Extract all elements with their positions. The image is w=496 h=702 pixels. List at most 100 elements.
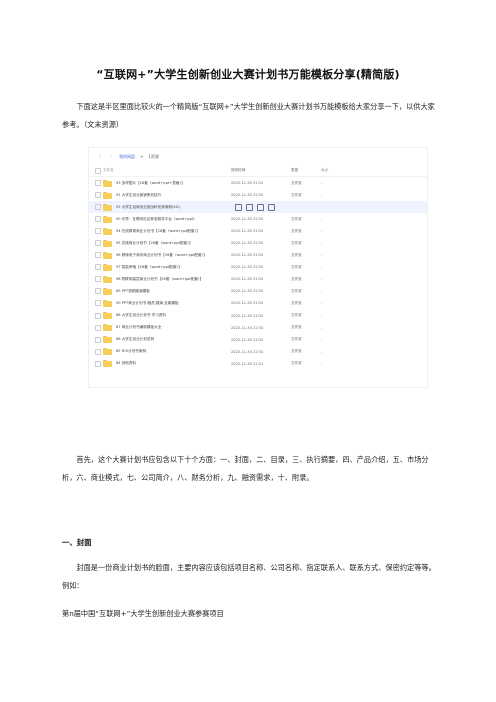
- row-checkbox[interactable]: [93, 180, 103, 187]
- row-checkbox[interactable]: [93, 216, 103, 223]
- column-type[interactable]: 类型: [291, 168, 321, 173]
- folder-icon: [103, 227, 112, 235]
- folder-icon: [103, 239, 112, 247]
- file-name: 87 商业计划书编制模板大全: [116, 325, 162, 330]
- row-checkbox[interactable]: [93, 228, 103, 235]
- file-row[interactable]: 86 大学生创业计划范例 2022-11-30 22:32 文件夹 -: [89, 334, 427, 346]
- file-name-cell[interactable]: 94 在线教育商业计划书【26套（word+ppt配套）】: [103, 227, 231, 235]
- file-row[interactable]: 96 跨境电子商务商业计划书【26套（word+ppt配套）】 2022-11-3…: [89, 249, 427, 261]
- file-row[interactable]: 94 在线教育商业计划书【26套（word+ppt配套）】 2022-11-30 …: [89, 225, 427, 237]
- file-name-cell[interactable]: 91 大学生创业营销策划技巧: [103, 191, 231, 199]
- row-checkbox[interactable]: [93, 324, 103, 331]
- folder-icon: [103, 312, 112, 320]
- row-checkbox[interactable]: [93, 252, 103, 259]
- file-name: 89 PPT视频路演模板: [116, 288, 150, 293]
- file-name-cell[interactable]: 88 大学生创业计划书 学习资料: [103, 312, 231, 320]
- row-checkbox[interactable]: [93, 192, 103, 199]
- file-date: 2022-11-30 22:32: [231, 301, 264, 306]
- row-checkbox[interactable]: [93, 312, 103, 319]
- folder-icon: [103, 299, 112, 307]
- breadcrumb-root[interactable]: 我的网盘: [119, 154, 135, 160]
- forward-arrow-icon[interactable]: ›: [108, 154, 114, 160]
- file-type: 文件夹: [291, 216, 302, 221]
- file-date: 2022-11-30 22:32: [231, 265, 264, 270]
- file-date: 2022-11-30 22:31: [231, 361, 264, 366]
- back-arrow-icon[interactable]: ‹: [97, 154, 103, 160]
- body-paragraph-4: 第n届中国“互联网+”大学生创新创业大赛参赛项目: [62, 609, 224, 618]
- file-type: 文件夹: [291, 313, 302, 318]
- file-row[interactable]: 84 其他资料 2022-11-30 22:31 文件夹 -: [89, 358, 427, 370]
- file-name-cell[interactable]: 93 多样图片【26套（word+ppt+表格）】: [103, 179, 231, 187]
- file-size: -: [321, 229, 323, 234]
- file-row[interactable]: 91 大学生创业营销策划技巧 2022-11-30 22:32 文件夹 -: [89, 189, 427, 201]
- file-name-cell[interactable]: 84 其他资料: [103, 360, 231, 368]
- file-name: 98 物联网高层商业计划书【26套（word+ppt配套）】: [116, 276, 204, 281]
- file-name-cell[interactable]: 89 PPT视频路演模板: [103, 287, 231, 295]
- file-name: 84 其他资料: [116, 361, 137, 366]
- file-row[interactable]: 92 大学生创新创业挑战杯优秀案例(4G): [89, 201, 427, 214]
- row-actions-cell: [231, 203, 361, 211]
- folder-icon: [103, 324, 112, 332]
- file-date: 2022-11-30 22:32: [231, 193, 264, 198]
- file-row[interactable]: 98 物联网高层商业计划书【26套（word+ppt配套）】 2022-11-30…: [89, 273, 427, 285]
- file-date: 2022-11-30 22:32: [231, 313, 264, 318]
- row-checkbox[interactable]: [93, 336, 103, 343]
- column-size[interactable]: 大小: [321, 168, 361, 173]
- row-checkbox[interactable]: [93, 288, 103, 295]
- row-checkbox[interactable]: [93, 204, 103, 211]
- file-date: 2022-11-30 22:32: [231, 241, 264, 246]
- file-row[interactable]: 90 PPT商业计划书-融资,路演,全套模板 2022-11-30 22:32 文件…: [89, 297, 427, 309]
- intro-paragraph: 下面这是半区里面比较火的一个精简版“互联网+”大学生创新创业大赛计划书万能模板给…: [62, 102, 435, 129]
- file-name: 94 在线教育商业计划书【26套（word+ppt配套）】: [116, 228, 200, 233]
- file-name: 91 大学生创业营销策划技巧: [116, 192, 162, 197]
- file-row[interactable]: 88 大学生创业计划书 学习资料 2022-11-30 22:32 文件夹 -: [89, 310, 427, 322]
- file-size: -: [321, 361, 323, 366]
- file-date: 2022-11-30 22:32: [231, 229, 264, 234]
- file-name-cell[interactable]: 86 大学生创业计划范例: [103, 336, 231, 344]
- file-date: 2022-11-30 22:31: [231, 349, 264, 354]
- file-date: 2022-11-30 22:32: [231, 217, 264, 222]
- row-checkbox[interactable]: [93, 348, 103, 355]
- file-type: 文件夹: [291, 240, 302, 245]
- row-checkbox[interactable]: [93, 360, 103, 367]
- file-size: -: [321, 241, 323, 246]
- file-row[interactable]: 87 商业计划书编制模板大全 2022-11-30 22:32 文件夹 -: [89, 322, 427, 334]
- file-row[interactable]: 93 多样图片【26套（word+ppt+表格）】 2022-11-30 22:3…: [89, 177, 427, 189]
- file-name-cell[interactable]: 90 PPT商业计划书-融资,路演,全套模板: [103, 299, 231, 307]
- column-date[interactable]: 修改时间: [231, 168, 291, 173]
- file-name: 85 ROI计划书案例: [116, 349, 147, 354]
- section-heading-cover: 一、封面: [62, 538, 92, 547]
- more-icon[interactable]: [268, 203, 275, 211]
- row-checkbox[interactable]: [93, 264, 103, 271]
- file-name-cell[interactable]: 97 智能养殖【26套（word+ppt配套）】: [103, 263, 231, 271]
- file-row[interactable]: 97 智能养殖【26套（word+ppt配套）】 2022-11-30 22:32…: [89, 261, 427, 273]
- row-checkbox[interactable]: [93, 276, 103, 283]
- delete-icon[interactable]: [257, 203, 264, 211]
- file-name-cell[interactable]: 96 跨境电子商务商业计划书【26套（word+ppt配套）】: [103, 251, 231, 259]
- file-row[interactable]: 89 PPT视频路演模板 2022-11-30 22:32 文件夹 -: [89, 285, 427, 297]
- file-name-cell[interactable]: 95 花境商业计划书【26套（word+ppt配套）】: [103, 239, 231, 247]
- file-size: -: [321, 313, 323, 318]
- row-checkbox[interactable]: [93, 300, 103, 307]
- folder-icon: [103, 179, 112, 187]
- share-icon[interactable]: [235, 203, 242, 211]
- file-name-cell[interactable]: 85 ROI计划书案例: [103, 348, 231, 356]
- file-size: -: [321, 217, 323, 222]
- file-name-cell[interactable]: 92 大学生创新创业挑战杯优秀案例(4G): [103, 203, 231, 211]
- file-type: 文件夹: [291, 228, 302, 233]
- download-icon[interactable]: [246, 203, 253, 211]
- column-header-row: 文件名 修改时间 类型 大小: [89, 165, 427, 177]
- row-checkbox[interactable]: [93, 240, 103, 247]
- folder-icon: [103, 251, 112, 259]
- file-name: 96 跨境电子商务商业计划书【26套（word+ppt配套）】: [116, 252, 207, 257]
- file-name: 90 PPT商业计划书-融资,路演,全套模板: [116, 300, 179, 305]
- file-name-cell[interactable]: 90 乐界 · 互联网社区养老服务平台（word+ppt）: [103, 215, 231, 223]
- file-row[interactable]: 95 花境商业计划书【26套（word+ppt配套）】 2022-11-30 22…: [89, 237, 427, 249]
- file-name-cell[interactable]: 87 商业计划书编制模板大全: [103, 324, 231, 332]
- file-type: 文件夹: [291, 337, 302, 342]
- file-name-cell[interactable]: 98 物联网高层商业计划书【26套（word+ppt配套）】: [103, 275, 231, 283]
- file-row[interactable]: 85 ROI计划书案例 2022-11-30 22:31 文件夹 -: [89, 346, 427, 358]
- file-row[interactable]: 90 乐界 · 互联网社区养老服务平台（word+ppt） 2022-11-30 …: [89, 213, 427, 225]
- select-all-checkbox[interactable]: [93, 167, 103, 174]
- column-name[interactable]: 文件名: [103, 168, 231, 173]
